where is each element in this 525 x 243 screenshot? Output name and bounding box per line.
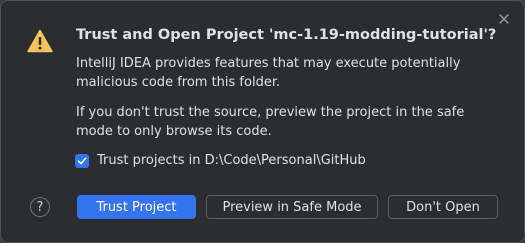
trust-location-checkbox[interactable]: Trust projects in D:\Code\Personal\GitHu… bbox=[75, 153, 366, 168]
checkmark-icon bbox=[77, 157, 87, 164]
dialog-title: Trust and Open Project 'mc-1.19-modding-… bbox=[76, 27, 497, 43]
help-button[interactable]: ? bbox=[30, 197, 50, 217]
dont-open-button[interactable]: Don't Open bbox=[388, 195, 498, 219]
warning-icon bbox=[27, 29, 53, 53]
preview-safe-mode-button[interactable]: Preview in Safe Mode bbox=[206, 195, 378, 219]
checkbox-box[interactable] bbox=[75, 153, 89, 168]
description-paragraph: IntelliJ IDEA provides features that may… bbox=[76, 56, 461, 90]
trust-project-dialog: Trust and Open Project 'mc-1.19-modding-… bbox=[0, 0, 525, 243]
trust-project-button[interactable]: Trust Project bbox=[77, 195, 196, 219]
close-icon bbox=[499, 14, 509, 24]
close-button[interactable] bbox=[495, 10, 513, 28]
checkbox-label: Trust projects in D:\Code\Personal\GitHu… bbox=[97, 153, 366, 168]
safe-mode-paragraph: If you don't trust the source, preview t… bbox=[76, 105, 465, 139]
